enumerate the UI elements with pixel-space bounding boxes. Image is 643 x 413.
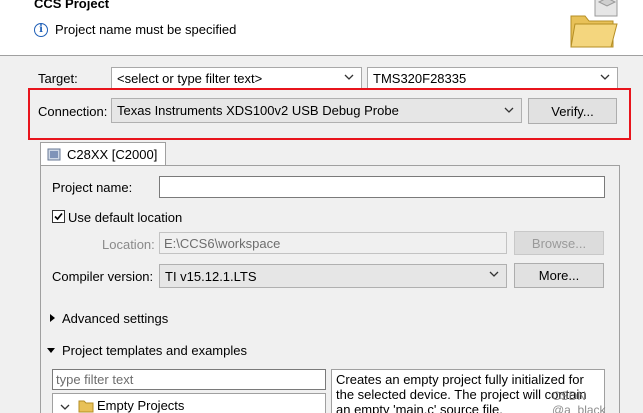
browse-button[interactable]: Browse... xyxy=(514,231,604,255)
tree-item-empty-projects[interactable]: Empty Projects xyxy=(97,398,184,413)
project-templates-section[interactable]: Project templates and examples xyxy=(62,343,247,358)
compiler-version-combo[interactable]: TI v15.12.1.LTS xyxy=(159,264,507,288)
collapse-arrow-icon[interactable] xyxy=(46,345,56,355)
validation-message-text: Project name must be specified xyxy=(55,22,237,37)
checkmark-icon xyxy=(54,212,63,221)
more-button[interactable]: More... xyxy=(514,263,604,288)
template-filter-input[interactable]: type filter text xyxy=(52,369,326,390)
use-default-location-label: Use default location xyxy=(68,210,183,225)
target-device-value: TMS320F28335 xyxy=(373,70,467,86)
chevron-down-icon xyxy=(600,74,610,80)
expand-arrow-icon[interactable] xyxy=(47,313,57,323)
tab-c28xx[interactable]: C28XX [C2000] xyxy=(40,142,166,166)
wizard-title: CCS Project xyxy=(34,0,110,11)
info-icon: i xyxy=(34,22,48,37)
location-label: Location: xyxy=(102,237,155,252)
target-filter-combo[interactable]: <select or type filter text> xyxy=(111,67,362,89)
chevron-down-icon xyxy=(489,271,499,277)
location-input[interactable]: E:\CCS6\workspace xyxy=(159,232,507,254)
folder-icon xyxy=(570,0,618,48)
use-default-location-checkbox[interactable] xyxy=(52,210,65,223)
watermark: CSDN @a_black_ xyxy=(552,389,613,413)
chevron-down-icon xyxy=(344,74,354,80)
compiler-version-value: TI v15.12.1.LTS xyxy=(165,268,257,284)
connection-highlight-box xyxy=(28,88,631,140)
project-name-label: Project name: xyxy=(52,180,133,195)
project-name-input[interactable] xyxy=(159,176,605,198)
wizard-header: CCS Project i Project name must be speci… xyxy=(0,0,643,56)
tab-label: C28XX [C2000] xyxy=(67,147,158,162)
target-filter-value: <select or type filter text> xyxy=(117,70,263,86)
validation-message: i Project name must be specified xyxy=(34,22,236,37)
target-label: Target: xyxy=(38,71,78,86)
chip-icon xyxy=(47,148,61,161)
folder-icon xyxy=(78,400,94,413)
target-device-combo[interactable]: TMS320F28335 xyxy=(367,67,618,89)
template-tree[interactable]: Empty Projects xyxy=(52,393,326,413)
chevron-down-icon[interactable] xyxy=(60,402,70,412)
advanced-settings-section[interactable]: Advanced settings xyxy=(62,311,168,326)
compiler-version-label: Compiler version: xyxy=(52,269,154,284)
